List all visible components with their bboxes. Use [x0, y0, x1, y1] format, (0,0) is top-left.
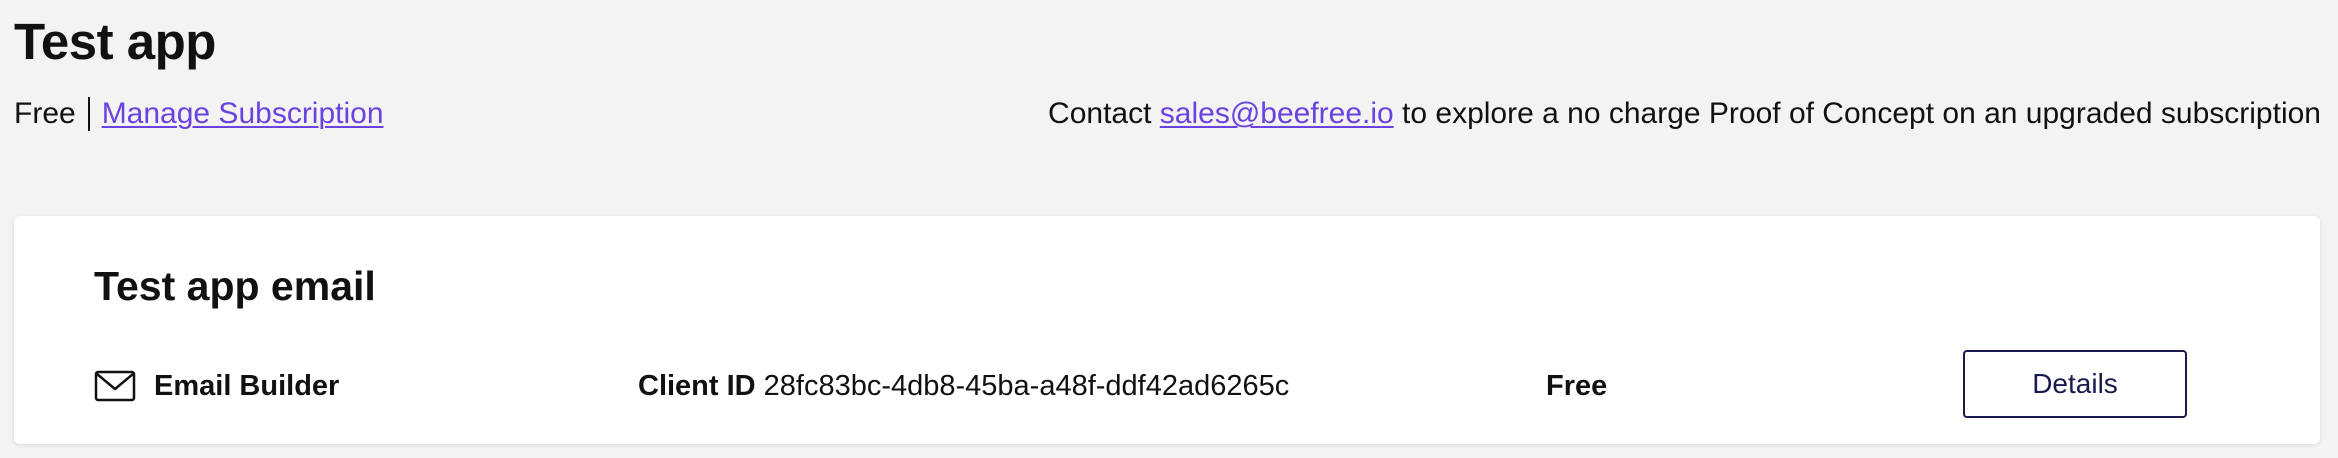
contact-prefix: Contact	[1048, 97, 1152, 130]
product-name: Email Builder	[154, 369, 340, 402]
card-plan: Free	[1546, 369, 1608, 402]
contact-suffix: to explore a no charge Proof of Concept …	[1402, 97, 2321, 130]
plan-label: Free	[14, 97, 76, 130]
product-info: Email Builder	[94, 364, 339, 408]
divider	[87, 97, 90, 131]
client-id: Client ID 28fc83bc-4db8-45ba-a48f-ddf42a…	[638, 364, 1289, 408]
subscription-info: Free Manage Subscription	[14, 92, 384, 136]
contact-sales-message: Contact sales@beefree.io to explore a no…	[1048, 92, 2321, 136]
details-button[interactable]: Details	[1963, 350, 2187, 418]
card-title: Test app email	[94, 263, 376, 309]
client-id-label: Client ID	[638, 369, 756, 402]
page-title: Test app	[14, 13, 216, 70]
application-card: Test app email Email Builder Client ID 2…	[14, 216, 2320, 444]
envelope-icon	[94, 370, 136, 402]
manage-subscription-link[interactable]: Manage Subscription	[102, 92, 384, 136]
client-id-value: 28fc83bc-4db8-45ba-a48f-ddf42ad6265c	[763, 369, 1290, 402]
sales-email-link[interactable]: sales@beefree.io	[1160, 97, 1394, 130]
